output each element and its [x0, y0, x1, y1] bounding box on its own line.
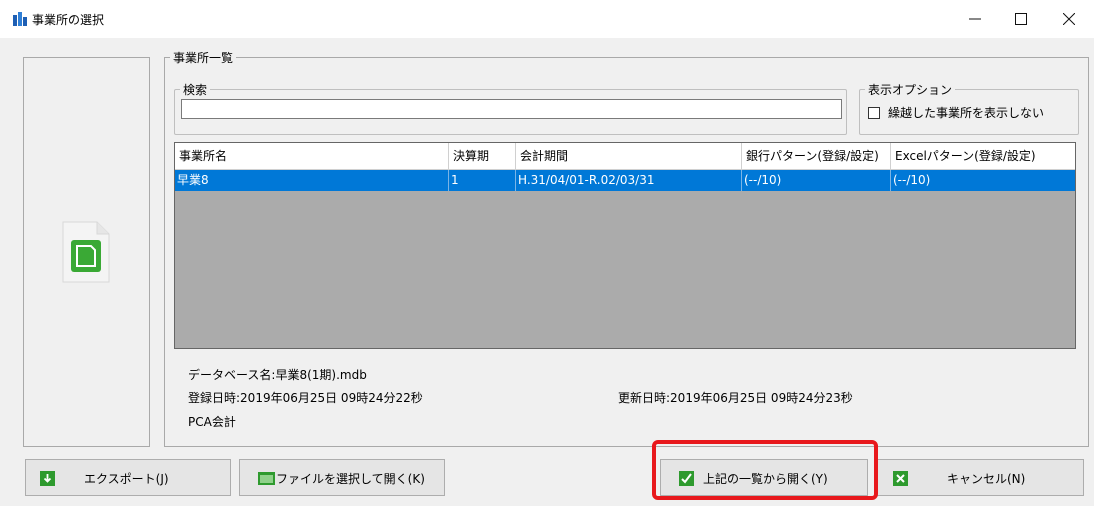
maximize-button[interactable] — [998, 0, 1044, 38]
open-from-list-button[interactable]: 上記の一覧から開く(Y) — [660, 459, 868, 496]
search-label: 検索 — [180, 81, 211, 98]
table-row[interactable]: 早業8 1 H.31/04/01-R.02/03/31 (--/10) (--/… — [175, 170, 1075, 191]
cell-period: 1 — [449, 170, 516, 191]
updated-datetime: 更新日時:2019年06月25日 09時24分23秒 — [618, 391, 853, 405]
cell-excel: (--/10) — [893, 173, 931, 187]
column-header-period[interactable]: 決算期 — [449, 143, 516, 169]
created-datetime: 登録日時:2019年06月25日 09時24分22秒 — [188, 391, 423, 405]
checkmark-icon — [679, 471, 694, 486]
database-name: データベース名:早業8(1期).mdb — [188, 368, 367, 382]
close-icon — [1063, 13, 1075, 25]
open-file-button[interactable]: ファイルを選択して開く(K) — [239, 459, 445, 496]
open-from-list-button-label: 上記の一覧から開く(Y) — [703, 472, 828, 486]
cancel-icon — [893, 471, 908, 486]
open-file-button-label: ファイルを選択して開く(K) — [276, 472, 425, 486]
close-button[interactable] — [1046, 0, 1092, 38]
title-bar: 事業所の選択 — [0, 0, 1094, 38]
export-button[interactable]: エクスポート(J) — [25, 459, 231, 496]
folder-icon — [258, 472, 275, 485]
app-icon — [13, 12, 27, 26]
window-title: 事業所の選択 — [32, 13, 105, 27]
minimize-icon — [969, 18, 981, 20]
export-button-label: エクスポート(J) — [84, 472, 169, 486]
column-header-bank[interactable]: 銀行パターン(登録/設定) — [742, 143, 891, 169]
document-icon — [62, 221, 110, 283]
software-name: PCA会計 — [188, 415, 236, 429]
column-header-fiscal[interactable]: 会計期間 — [516, 143, 742, 169]
hide-carried-over-checkbox[interactable] — [868, 107, 880, 119]
cancel-button[interactable]: キャンセル(N) — [876, 459, 1084, 496]
column-header-excel[interactable]: Excelパターン(登録/設定) — [891, 143, 1075, 169]
minimize-button[interactable] — [952, 0, 998, 38]
table-header: 事業所名 決算期 会計期間 銀行パターン(登録/設定) Excelパターン(登録… — [175, 143, 1075, 170]
cancel-button-label: キャンセル(N) — [947, 472, 1026, 486]
office-list-group-title: 事業所一覧 — [170, 49, 237, 66]
display-options-label: 表示オプション — [865, 81, 956, 98]
cell-name: 早業8 — [175, 170, 449, 191]
download-icon — [40, 471, 55, 486]
maximize-icon — [1015, 13, 1027, 25]
column-header-name[interactable]: 事業所名 — [175, 143, 449, 169]
cell-fiscal: H.31/04/01-R.02/03/31 — [516, 170, 742, 191]
office-table[interactable]: 事業所名 決算期 会計期間 銀行パターン(登録/設定) Excelパターン(登録… — [174, 142, 1076, 349]
hide-carried-over-label[interactable]: 繰越した事業所を表示しない — [888, 104, 1044, 121]
cell-bank: (--/10) — [742, 170, 891, 191]
search-input[interactable] — [181, 99, 842, 119]
